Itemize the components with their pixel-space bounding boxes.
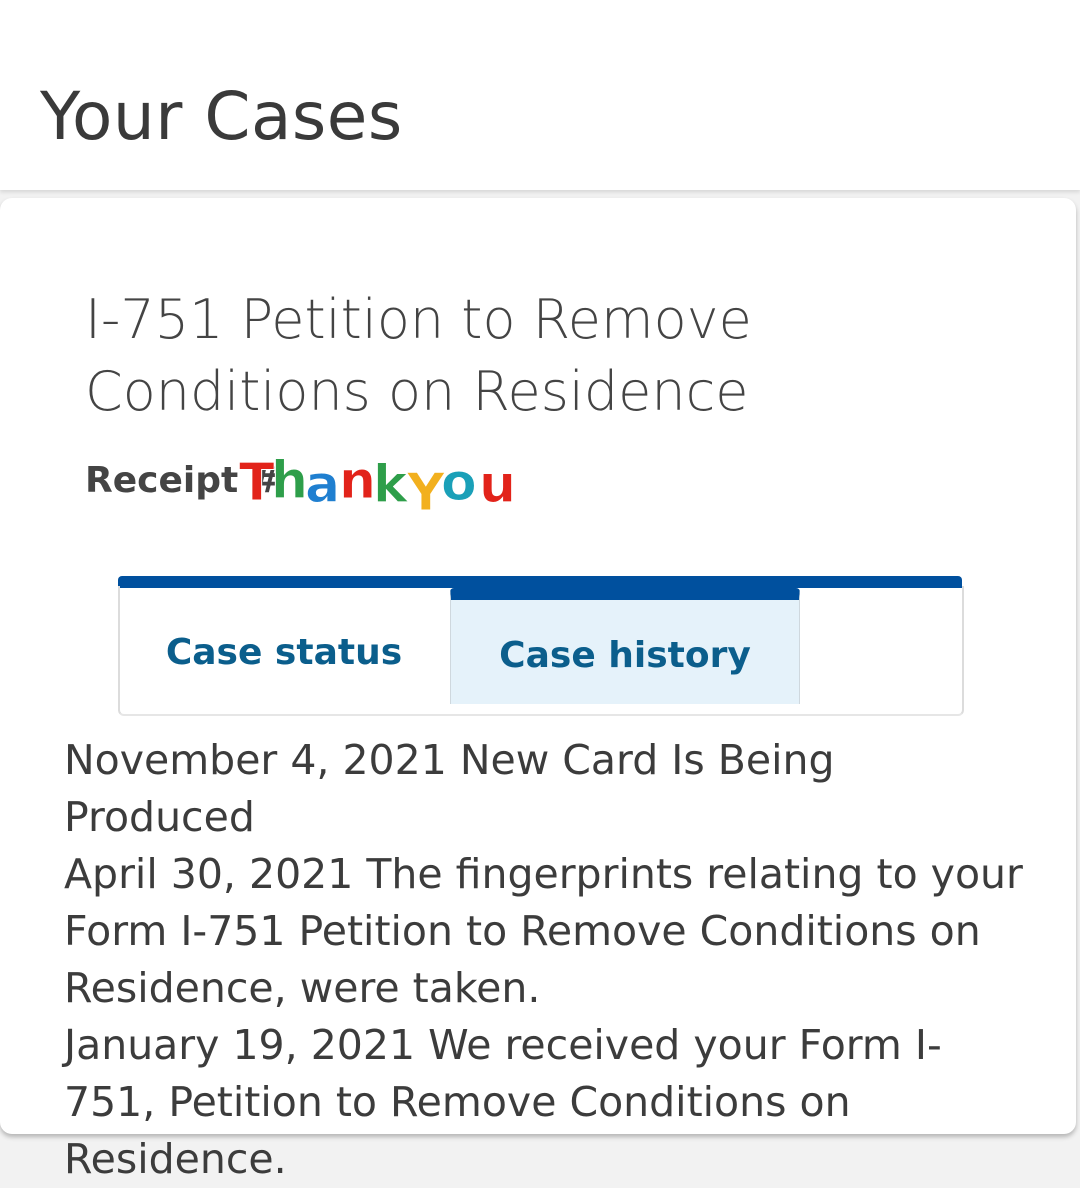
case-card: I-751 Petition to Remove Conditions on R… <box>0 198 1076 1183</box>
svg-text:a: a <box>305 455 340 515</box>
history-entry: April 30, 2021 The fingerprints relating… <box>64 850 1023 1012</box>
svg-text:k: k <box>373 455 409 515</box>
svg-text:h: h <box>271 451 308 511</box>
receipt-sticker-overlay: T h a n k Y o u <box>239 451 517 521</box>
case-tabs: Case status Case history <box>118 576 964 716</box>
svg-text:n: n <box>339 451 376 511</box>
header-bar: Your Cases <box>0 0 1080 190</box>
svg-text:T: T <box>239 453 275 513</box>
history-entry: January 19, 2021 We received your Form I… <box>64 1021 942 1183</box>
svg-text:Y: Y <box>406 463 446 520</box>
tab-case-status[interactable]: Case status <box>118 588 450 716</box>
case-history-list: November 4, 2021 New Card Is Being Produ… <box>64 732 1024 1188</box>
svg-text:u: u <box>479 455 516 515</box>
page-title: Your Cases <box>40 78 403 155</box>
history-entry: November 4, 2021 New Card Is Being Produ… <box>64 736 835 841</box>
svg-text:o: o <box>441 453 477 513</box>
case-title: I-751 Petition to Remove Conditions on R… <box>85 288 752 423</box>
tab-case-history[interactable]: Case history <box>450 588 800 704</box>
